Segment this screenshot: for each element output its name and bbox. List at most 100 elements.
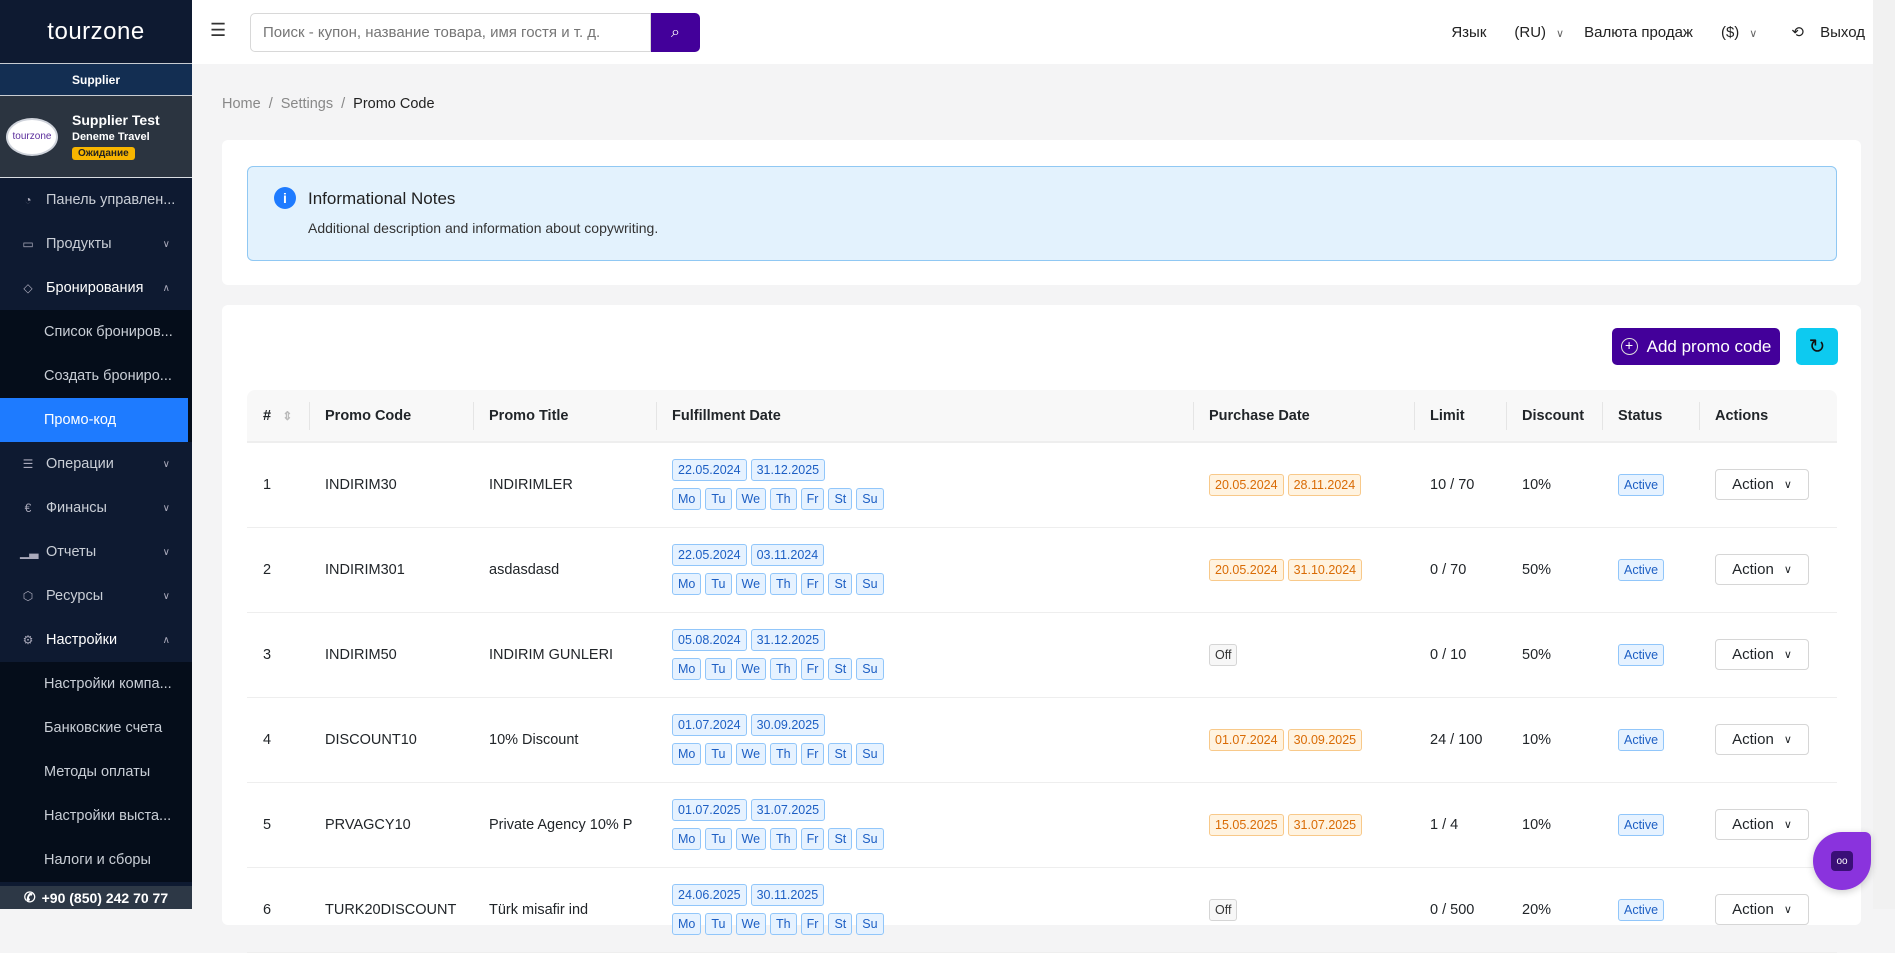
search-input[interactable] — [250, 13, 651, 52]
sidebar-item-cube[interactable]: ⬡ Ресурсы ∨ — [0, 574, 192, 618]
sidebar-item-bag[interactable]: ▭ Продукты ∨ — [0, 222, 192, 266]
chevron-down-icon: ∨ — [162, 458, 170, 470]
action-dropdown-button[interactable]: Action ∨ — [1715, 724, 1809, 755]
refresh-button[interactable]: ↻ — [1796, 328, 1838, 365]
settings_sub-submenu: Настройки компа... Банковские счета Методы… — [0, 662, 192, 882]
date-range: 05.08.2024 31.12.2025 — [672, 629, 1193, 651]
chevron-down-icon: ∨ — [162, 238, 170, 250]
promo-code: INDIRIM30 — [309, 442, 473, 528]
date-tag: 31.10.2024 — [1287, 558, 1363, 581]
chat-bot-icon: oo — [1831, 851, 1853, 871]
header-label: Promo Title — [489, 407, 569, 424]
action-dropdown-button[interactable]: Action ∨ — [1715, 894, 1809, 925]
status: Active — [1602, 442, 1699, 528]
breadcrumb-settings[interactable]: Settings — [281, 96, 333, 112]
promo-title: asdasdasd — [473, 527, 656, 613]
submenu-item[interactable]: Налоги и сборы — [0, 838, 192, 882]
actions: Action ∨ — [1699, 527, 1837, 613]
info-description: Additional description and information a… — [308, 220, 659, 236]
currency-value: ($) — [1720, 23, 1740, 41]
date-tag: 28.11.2024 — [1287, 473, 1362, 496]
cube-icon: ⬡ — [22, 589, 34, 603]
table-row: 5 PRVAGCY10 Private Agency 10% P 01.07.2025… — [247, 782, 1837, 868]
sort-icon[interactable]: ⇕ — [279, 409, 292, 423]
column-header: Limit — [1414, 390, 1506, 443]
submenu-item[interactable]: Создать брониро... — [0, 354, 192, 398]
table-row: 3 INDIRIM50 INDIRIM GUNLERI 05.08.2024 31.12… — [247, 612, 1837, 698]
chat-widget-button[interactable]: oo — [1813, 832, 1871, 890]
status-badge: Active — [1618, 558, 1665, 581]
brand-logo[interactable]: tourzone — [0, 0, 192, 64]
submenu-item[interactable]: Список брониров... — [0, 310, 192, 354]
action-label: Action — [1732, 561, 1774, 578]
column-header: Promo Title — [473, 390, 656, 443]
search-button[interactable]: ⌕ — [651, 13, 700, 52]
language-select[interactable]: (RU) ∨ — [1502, 24, 1564, 41]
promo-code: TURK20DISCOUNT — [309, 867, 473, 953]
weekday-tag: Su — [856, 743, 884, 765]
profile-name: Supplier Test — [72, 112, 160, 128]
scrollbar[interactable] — [1873, 0, 1895, 909]
sidebar-item-chart[interactable]: ▁▃ Отчеты ∨ — [0, 530, 192, 574]
off-tag: Off — [1209, 643, 1238, 666]
submenu-item[interactable]: Банковские счета — [0, 706, 192, 750]
status-badge: Active — [1618, 473, 1665, 496]
date-tag: 31.12.2025 — [750, 459, 826, 482]
date-range: 01.07.2024 30.09.2025 — [672, 714, 1193, 736]
weekday-tag: St — [828, 658, 853, 680]
weekday-tag: We — [735, 573, 767, 595]
sidebar-item-euro[interactable]: € Финансы ∨ — [0, 486, 192, 530]
chevron-up-icon: ∧ — [162, 634, 170, 646]
action-dropdown-button[interactable]: Action ∨ — [1715, 469, 1809, 501]
submenu-item[interactable]: Промо-код — [0, 398, 188, 442]
promo-title: Private Agency 10% P — [473, 782, 656, 868]
action-dropdown-button[interactable]: Action ∨ — [1715, 554, 1809, 585]
submenu-item[interactable]: Настройки компа... — [0, 662, 192, 706]
weekday-tag: We — [735, 913, 767, 935]
status-badge: Active — [1618, 898, 1665, 921]
sidebar-item-list[interactable]: ☰ Операции ∨ — [0, 442, 192, 486]
fulfillment-date: 24.06.2025 30.11.2025 Mo Tu We Th Fr St Su — [656, 867, 1193, 953]
chevron-down-icon: ∨ — [1749, 27, 1758, 40]
chevron-down-icon: ∨ — [1783, 904, 1792, 916]
sidebar: tourzone Supplier tourzone Supplier Test… — [0, 0, 192, 909]
submenu-item[interactable]: Настройки выста... — [0, 794, 192, 838]
column-header[interactable]: # ⇕ — [247, 390, 309, 443]
support-phone[interactable]: ✆ +90 (850) 242 70 77 — [0, 886, 192, 909]
euro-icon: € — [24, 501, 32, 515]
date-range: 22.05.2024 03.11.2024 — [672, 544, 1193, 566]
promo-code: INDIRIM50 — [309, 612, 473, 698]
weekday-tag: Mo — [672, 573, 702, 595]
language-value: (RU) — [1514, 23, 1547, 41]
action-label: Action — [1732, 816, 1774, 833]
sidebar-item-dashboard[interactable]: ◔ Панель управлен... — [0, 178, 192, 222]
chart-icon: ▁▃ — [20, 545, 39, 559]
weekday-tag: Tu — [705, 743, 732, 765]
header-label: # — [263, 407, 272, 424]
promo-code-table: # ⇕ Promo Code Promo Title Fulfillment Date… — [247, 390, 1837, 953]
menu-toggle-icon[interactable]: ☰ — [210, 20, 226, 41]
info-title: Informational Notes — [308, 189, 456, 208]
table-row: 1 INDIRIM30 INDIRIMLER 22.05.2024 31.12.2025… — [247, 442, 1837, 528]
add-promo-code-button[interactable]: + Add promo code — [1612, 328, 1780, 365]
currency-select[interactable]: ($) ∨ — [1709, 24, 1757, 41]
sidebar-item-ticket[interactable]: ◇ Бронирования ∧ — [0, 266, 192, 310]
action-dropdown-button[interactable]: Action ∨ — [1715, 809, 1809, 840]
column-header: Status — [1602, 390, 1699, 443]
weekday-tag: Mo — [672, 828, 702, 850]
discount: 10% — [1506, 782, 1602, 868]
logout-button[interactable]: ⟲ Выход — [1779, 23, 1865, 41]
weekday-list: Mo Tu We Th Fr St Su — [672, 913, 1193, 935]
plus-circle-icon: + — [1620, 338, 1638, 355]
submenu-item[interactable]: Методы оплаты — [0, 750, 192, 794]
sidebar-item-gear[interactable]: ⚙ Настройки ∧ — [0, 618, 192, 662]
date-tag: 03.11.2024 — [750, 544, 825, 566]
breadcrumb-home[interactable]: Home — [222, 96, 261, 112]
purchase-date: 20.05.2024 31.10.2024 — [1193, 527, 1414, 613]
search-icon: ⌕ — [671, 23, 680, 41]
action-dropdown-button[interactable]: Action ∨ — [1715, 639, 1809, 670]
status-badge: Active — [1618, 813, 1665, 836]
weekday-tag: Th — [770, 828, 797, 850]
weekday-tag: Fr — [800, 573, 825, 595]
sidebar-item-label: Бронирования — [46, 280, 144, 296]
